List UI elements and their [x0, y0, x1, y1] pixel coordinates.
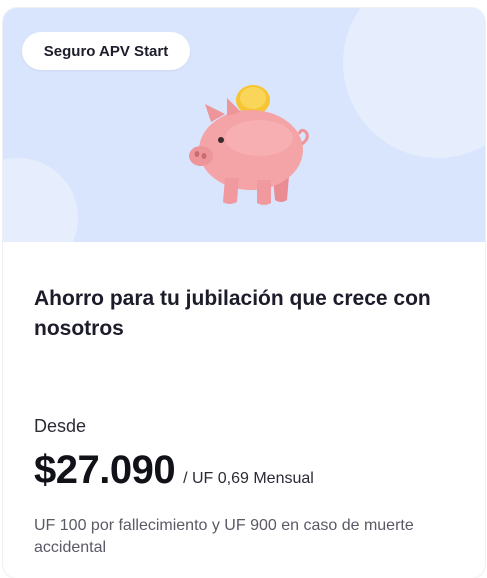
insurance-product-card[interactable]: Seguro APV Start Ahorro para tu jubilaci…: [3, 8, 485, 578]
decorative-circle: [343, 8, 485, 158]
decorative-circle: [3, 158, 78, 242]
price-amount: $27.090: [34, 448, 176, 492]
card-title: Ahorro para tu jubilación que crece con …: [34, 287, 431, 340]
piggy-bank-coin-icon: [189, 85, 309, 205]
price-row: $27.090 / UF 0,69 Mensual: [34, 448, 314, 493]
product-badge: Seguro APV Start: [22, 32, 190, 70]
price-from-label: Desde: [34, 416, 87, 436]
price-detail: / UF 0,69 Mensual: [183, 470, 314, 487]
card-hero: Seguro APV Start: [3, 8, 485, 242]
coverage-note: UF 100 por fallecimiento y UF 900 en cas…: [34, 517, 414, 556]
